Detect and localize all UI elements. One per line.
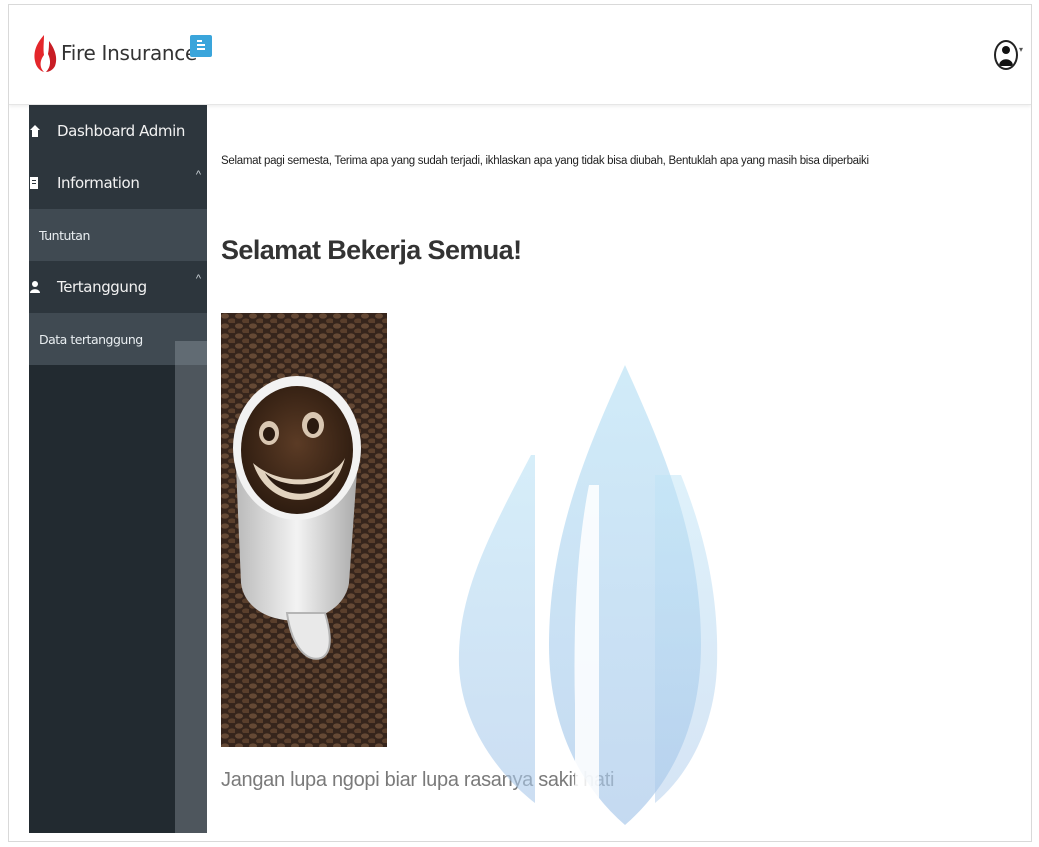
- sidebar-item-label: Information: [57, 174, 140, 192]
- app-window: Fire Insurance ▾ Dashboard Admin Informa…: [8, 4, 1032, 842]
- chevron-up-icon: ^: [195, 273, 201, 285]
- main-content: Selamat pagi semesta, Terima apa yang su…: [207, 105, 1031, 841]
- top-navbar: Fire Insurance ▾: [9, 5, 1031, 105]
- chevron-down-icon: ▾: [1018, 44, 1023, 54]
- home-icon: [29, 123, 47, 139]
- menu-toggle-icon: [197, 40, 205, 50]
- sidebar-scroll-overlay: [175, 341, 207, 833]
- sidebar-item-label: Tertanggung: [57, 278, 147, 296]
- brand-name: Fire Insurance: [61, 41, 197, 65]
- user-icon: [29, 279, 47, 295]
- document-icon: [29, 175, 47, 191]
- sidebar-item-dashboard-admin[interactable]: Dashboard Admin: [29, 105, 207, 157]
- sidebar-subitem-tuntutan[interactable]: Tuntutan: [29, 209, 207, 261]
- brand[interactable]: Fire Insurance: [31, 33, 197, 73]
- sidebar-item-label: Dashboard Admin: [57, 122, 185, 140]
- page-title: Selamat Bekerja Semua!: [221, 235, 522, 265]
- chevron-up-icon: ^: [195, 169, 201, 181]
- user-menu[interactable]: ▾: [993, 35, 1023, 75]
- smiling-coffee-cup-image: [221, 313, 387, 747]
- sidebar: Dashboard Admin Information ^ Tuntutan T…: [29, 105, 207, 833]
- menu-toggle-button[interactable]: [190, 35, 212, 57]
- image-caption: Jangan lupa ngopi biar lupa rasanya saki…: [221, 769, 615, 791]
- sidebar-item-tertanggung[interactable]: Tertanggung ^: [29, 261, 207, 313]
- user-avatar-icon: [993, 40, 1018, 70]
- flame-icon: [34, 35, 57, 72]
- greeting-text: Selamat pagi semesta, Terima apa yang su…: [221, 155, 869, 167]
- sidebar-item-information[interactable]: Information ^: [29, 157, 207, 209]
